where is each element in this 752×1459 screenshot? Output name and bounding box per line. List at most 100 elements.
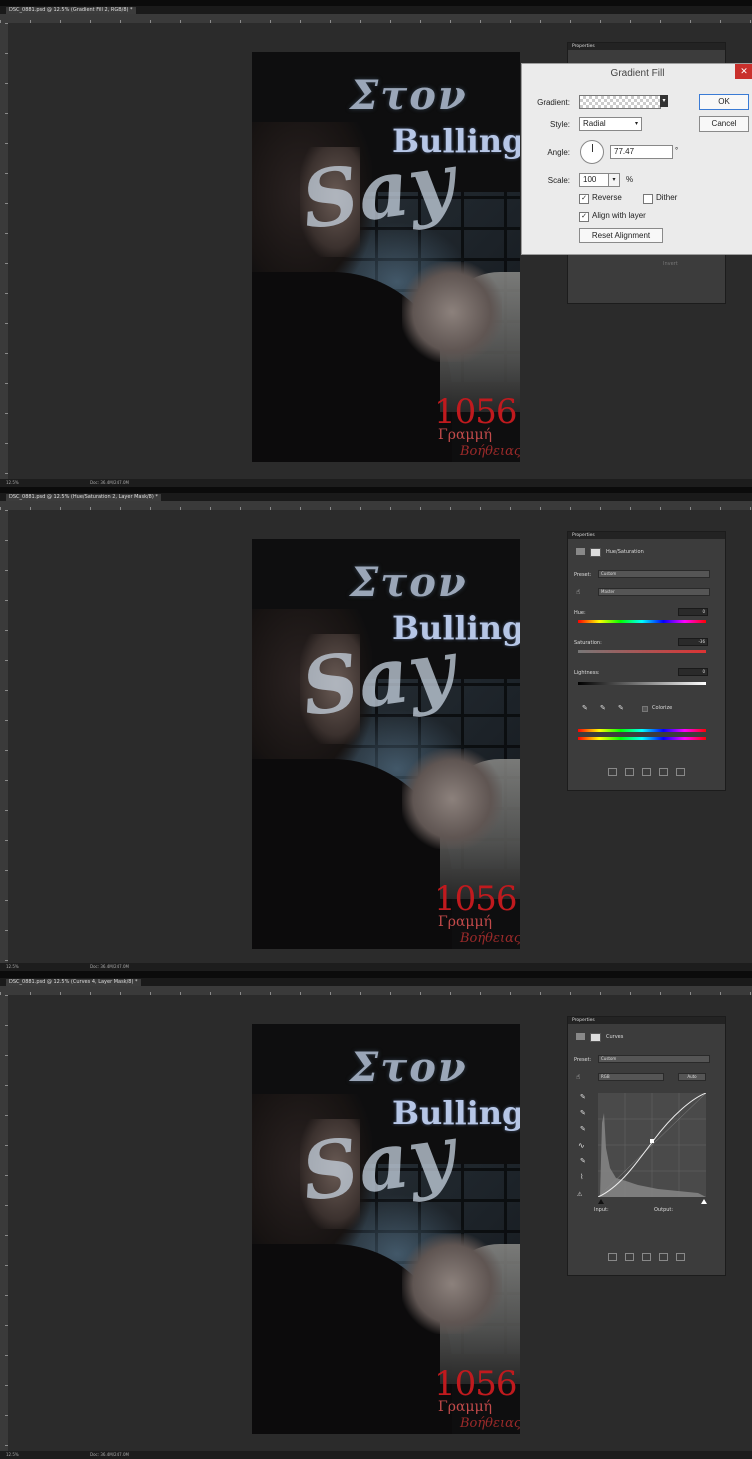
visibility-icon[interactable]	[659, 1253, 668, 1261]
eyedropper-plus-icon[interactable]: ✎	[600, 704, 606, 712]
reset-alignment-button[interactable]: Reset Alignment	[579, 228, 663, 243]
style-label: Style:	[549, 120, 570, 129]
document-window-3: DSC_0881.psd @ 12.5% (Curves 4, Layer Ma…	[0, 978, 752, 1459]
zoom-level[interactable]: 12.5%	[6, 479, 19, 487]
zoom-level[interactable]: 12.5%	[6, 963, 19, 971]
reset-icon[interactable]	[642, 768, 651, 776]
angle-dial[interactable]	[580, 140, 604, 164]
doc-size: Doc: 36.4M/247.0M	[90, 480, 129, 485]
document-window-2: DSC_0881.psd @ 12.5% (Hue/Saturation 2, …	[0, 493, 752, 971]
poster-greek-1: Γραμμή	[438, 427, 492, 443]
angle-unit: °	[675, 146, 679, 155]
visibility-icon[interactable]	[659, 768, 668, 776]
horizontal-ruler	[0, 14, 752, 23]
eyedropper-gray-icon[interactable]: ✎	[580, 1125, 586, 1133]
auto-button[interactable]: Auto	[678, 1073, 706, 1081]
trash-icon[interactable]	[676, 768, 685, 776]
clip-icon[interactable]	[608, 768, 617, 776]
document-tab[interactable]: DSC_0881.psd @ 12.5% (Curves 4, Layer Ma…	[6, 979, 141, 986]
hue-slider[interactable]	[578, 620, 706, 623]
poster-scrawl: Say	[296, 622, 460, 735]
style-select[interactable]: Radial ▾	[579, 117, 642, 131]
black-slider[interactable]	[598, 1199, 604, 1204]
hue-field[interactable]: 0	[678, 608, 708, 616]
panel-footer-icons	[608, 1253, 708, 1261]
output-label: Output:	[654, 1207, 674, 1213]
scale-input[interactable]: 100	[579, 173, 610, 187]
saturation-slider[interactable]	[578, 650, 706, 653]
input-label: Input:	[594, 1207, 609, 1213]
horizontal-ruler	[0, 501, 752, 510]
poster-greek-2: Βοήθειας	[460, 931, 520, 946]
dialog-title: Gradient Fill	[610, 68, 665, 79]
reset-icon[interactable]	[642, 1253, 651, 1261]
adjustment-name: Hue/Saturation	[606, 549, 644, 555]
preset-select[interactable]: Custom	[598, 570, 710, 578]
close-icon[interactable]: ✕	[735, 64, 752, 79]
poster-scrawl: Say	[296, 135, 460, 248]
pencil-icon[interactable]: ✎	[580, 1157, 586, 1165]
document-tab[interactable]: DSC_0881.psd @ 12.5% (Gradient Fill 2, R…	[6, 7, 136, 14]
eyedropper-black-icon[interactable]: ✎	[580, 1109, 586, 1117]
hue-bar-top	[578, 729, 706, 732]
status-bar: 12.5% Doc: 36.4M/247.0M	[0, 479, 752, 487]
ok-button[interactable]: OK	[699, 94, 749, 110]
preset-select[interactable]: Custom	[598, 1055, 710, 1063]
eyedropper-icon[interactable]: ✎	[582, 704, 588, 712]
document-tab[interactable]: DSC_0881.psd @ 12.5% (Hue/Saturation 2, …	[6, 494, 161, 501]
channel-select[interactable]: RGB	[598, 1073, 664, 1081]
saturation-field[interactable]: -36	[678, 638, 708, 646]
mask-icon[interactable]	[590, 548, 601, 557]
curves-icon	[576, 1033, 585, 1040]
mask-icon[interactable]	[590, 1033, 601, 1042]
style-value: Radial	[583, 119, 606, 128]
gradient-swatch[interactable]	[579, 95, 661, 109]
trash-icon[interactable]	[676, 1253, 685, 1261]
cancel-button[interactable]: Cancel	[699, 116, 749, 132]
lightness-label: Lightness:	[574, 670, 600, 676]
angle-input[interactable]: 77.47	[610, 145, 673, 159]
reverse-checkbox[interactable]: ✓	[579, 194, 589, 204]
curve-tool-icon[interactable]: ∿	[578, 1141, 585, 1150]
adjustment-name: Curves	[606, 1034, 624, 1040]
channel-select[interactable]: Master	[598, 588, 710, 596]
lightness-field[interactable]: 0	[678, 668, 708, 676]
properties-title: Properties	[572, 1018, 595, 1023]
poster-title-1: Στον	[350, 559, 468, 606]
horizontal-ruler	[0, 986, 752, 995]
colorize-checkbox[interactable]	[642, 706, 648, 712]
adjustment-icon	[576, 548, 585, 555]
white-slider[interactable]	[701, 1199, 707, 1204]
poster-image: Say Στον Bulling 1056 Γραμμή Βοήθειας	[252, 52, 520, 462]
gradient-dropdown-icon[interactable]: ▾	[660, 95, 668, 107]
clipping-warning-icon[interactable]: ⚠	[577, 1191, 582, 1198]
hue-bar-bottom	[578, 737, 706, 740]
tab-bar: DSC_0881.psd @ 12.5% (Gradient Fill 2, R…	[0, 6, 752, 14]
preset-label: Preset:	[574, 1057, 592, 1063]
curves-properties: Properties Curves Preset: Custom ☝ RGB A…	[567, 1016, 726, 1276]
hand-icon[interactable]: ☝	[576, 1073, 580, 1081]
point-tool-icon[interactable]: ✎	[580, 1093, 586, 1101]
scale-dropdown-icon[interactable]: ▾	[608, 173, 620, 187]
saturation-label: Saturation:	[574, 640, 602, 646]
lightness-slider[interactable]	[578, 682, 706, 685]
view-previous-icon[interactable]	[625, 768, 634, 776]
align-checkbox[interactable]: ✓	[579, 212, 589, 222]
eyedropper-minus-icon[interactable]: ✎	[618, 704, 624, 712]
align-label: Align with layer	[592, 211, 646, 220]
angle-label: Angle:	[547, 148, 570, 157]
panel-footer-icons	[608, 768, 708, 776]
colorize-label: Colorize	[652, 705, 673, 711]
curves-graph[interactable]	[598, 1093, 706, 1197]
invert-button[interactable]: Invert	[663, 261, 678, 267]
dither-label: Dither	[656, 193, 678, 202]
poster-title-1: Στον	[350, 1044, 468, 1091]
hand-icon[interactable]: ☝	[576, 588, 580, 596]
clip-icon[interactable]	[608, 1253, 617, 1261]
dither-checkbox[interactable]	[643, 194, 653, 204]
zoom-level[interactable]: 12.5%	[6, 1451, 19, 1459]
smooth-icon[interactable]: ⌇	[580, 1173, 583, 1181]
poster-number: 1056	[434, 879, 518, 919]
view-previous-icon[interactable]	[625, 1253, 634, 1261]
poster-greek-2: Βοήθειας	[460, 444, 520, 459]
